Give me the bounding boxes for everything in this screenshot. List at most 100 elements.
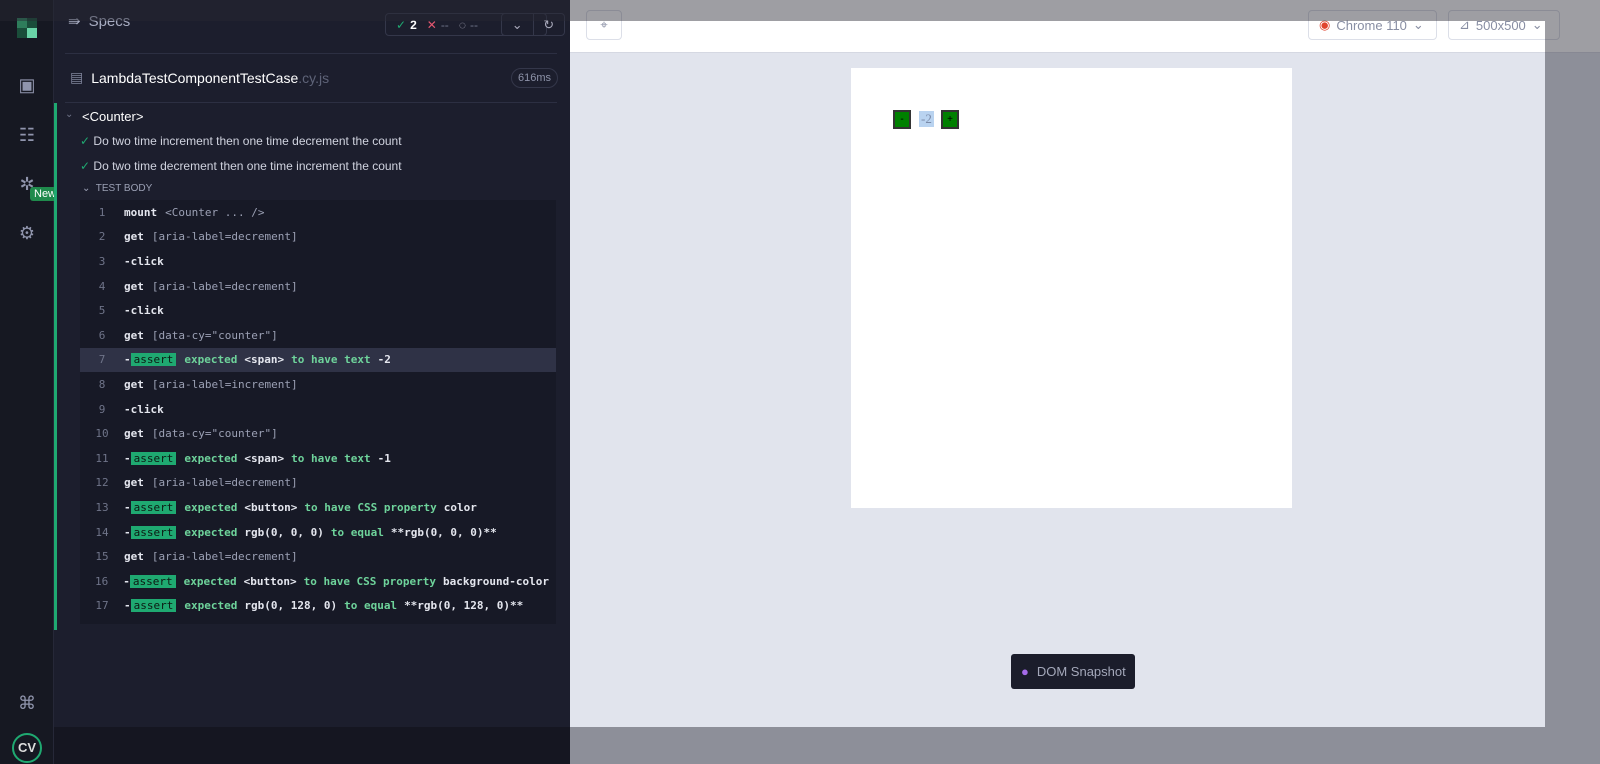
keyboard-shortcuts-icon[interactable]: ⌘ (15, 691, 39, 715)
file-ext: .cy.js (298, 69, 330, 86)
command-row[interactable]: 16- assert expected <button> to have CSS pro… (80, 569, 556, 594)
command-row[interactable]: 15 get [aria-label=decrement] (80, 544, 556, 569)
settings-gear-icon[interactable]: ⚙ (15, 221, 39, 245)
command-selector: [aria-label=decrement] (151, 476, 298, 490)
test-body-toggle[interactable]: ⌄ TEST BODY (82, 183, 152, 194)
command-row[interactable]: 7 - assert expected <span> to have text -2 (80, 347, 556, 373)
line-number: 9 (98, 402, 106, 416)
dash: - (124, 451, 131, 465)
command-name: get (124, 550, 144, 564)
command-row[interactable]: 17 - assert expected rgb(0, 128, 0) to equal *… (80, 594, 556, 619)
line-number: 10 (95, 427, 109, 441)
assert-message-part: <span> (244, 353, 285, 367)
duration-badge: 616ms (511, 68, 559, 88)
command-row[interactable]: 11 - assert expected <span> to have text -1 (80, 446, 556, 471)
assert-message-part: to have CSS property (303, 574, 437, 588)
assert-message-part: expected (183, 574, 237, 588)
command-name: get (124, 328, 144, 342)
command-row[interactable]: 4 get [aria-label=decrement] (80, 274, 556, 299)
command-name: get (124, 279, 144, 293)
command-row[interactable]: 8 get [aria-label=increment] (80, 372, 556, 397)
line-number: 1 (98, 205, 106, 219)
assert-badge: assert (130, 599, 177, 613)
assert-message-part: expected (184, 451, 238, 465)
line-number: 4 (98, 279, 106, 293)
assert-message-part: -2 (377, 353, 391, 367)
check-icon: ✓ (80, 159, 91, 173)
line-number: 6 (98, 328, 106, 342)
command-row[interactable]: 13 - assert expected <button> to have CSS pro… (80, 495, 556, 520)
assert-badge: assert (130, 353, 177, 367)
divider (65, 53, 557, 54)
reporter-panel: ⇛ Specs ✓ 2 ✕ -- ◌ -- ⌄ ↻ ▤ LambdaTestComponen… (54, 0, 570, 764)
assert-message-part: expected (184, 525, 238, 539)
line-number: 8 (98, 377, 106, 391)
command-row[interactable]: 2 get [aria-label=decrement] (80, 225, 556, 250)
assert-message-part: to equal (344, 599, 398, 613)
file-name: LambdaTestComponentTestCase (91, 69, 299, 86)
command-name: -click (124, 254, 164, 268)
specs-browser-icon[interactable]: ▣ (15, 73, 39, 97)
chevron-down-icon: ⌄ (82, 183, 91, 194)
assert-badge: assert (129, 574, 176, 588)
assert-message-part: <button> (243, 574, 297, 588)
test-title: Do two time decrement then one time incr… (93, 159, 402, 173)
command-name: get (124, 427, 144, 441)
overlay (1545, 21, 1600, 764)
assert-badge: assert (130, 500, 177, 514)
dom-snapshot-label: DOM Snapshot (1036, 664, 1126, 679)
line-number: 5 (98, 304, 106, 318)
line-number: 16 (94, 574, 109, 588)
app-preview: ⌖ ◉ Chrome 110 ⌄ ⊿ 500x500 ⌄ - -2 + ● DOM Sna… (570, 0, 1600, 764)
runs-list-icon[interactable]: ☷ (15, 123, 39, 147)
assert-message-part: color (443, 500, 477, 514)
command-row[interactable]: 10 get [data-cy="counter"] (80, 421, 556, 446)
increment-button[interactable]: + (941, 110, 959, 129)
command-row[interactable]: 1 mount <Counter ... /> (80, 200, 556, 225)
line-number: 2 (98, 230, 106, 244)
command-name: -click (124, 402, 164, 416)
cypress-logo (17, 18, 37, 38)
assert-message-part: rgb(0, 0, 0) (244, 525, 324, 539)
command-selector: [data-cy="counter"] (151, 427, 278, 441)
command-selector: [aria-label=decrement] (151, 230, 298, 244)
command-name: get (124, 230, 144, 244)
line-number: 15 (95, 550, 109, 564)
overlay (54, 727, 570, 764)
test-title: Do two time increment then one time decr… (93, 134, 402, 148)
dash: - (124, 500, 131, 514)
line-number: 7 (98, 353, 106, 367)
test-item[interactable]: ✓ Do two time decrement then one time in… (80, 159, 402, 173)
command-row[interactable]: 14 - assert expected rgb(0, 0, 0) to equal **r… (80, 520, 556, 545)
command-row[interactable]: 12 get [aria-label=decrement] (80, 471, 556, 496)
spec-file: ▤ LambdaTestComponentTestCase.cy.js (70, 69, 329, 86)
test-item[interactable]: ✓ Do two time increment then one time de… (80, 134, 402, 148)
command-selector: [data-cy="counter"] (151, 328, 278, 342)
suite-title[interactable]: <Counter> (82, 109, 143, 124)
assert-message-part: **rgb(0, 128, 0)** (404, 599, 524, 613)
decrement-button[interactable]: - (893, 110, 911, 129)
avatar[interactable]: CV (12, 733, 42, 763)
command-selector: [aria-label=increment] (151, 377, 298, 391)
command-row[interactable]: 3 -click (80, 249, 556, 274)
dom-snapshot-button[interactable]: ● DOM Snapshot (1011, 654, 1135, 689)
command-name: mount (124, 205, 158, 219)
command-row[interactable]: 9 -click (80, 397, 556, 422)
side-nav: ▣ ☷ ✲ New ⚙ ⌘ CV (0, 0, 61, 764)
check-icon: ✓ (80, 134, 91, 148)
command-row[interactable]: 5 -click (80, 298, 556, 323)
test-body-label: TEST BODY (95, 183, 153, 194)
assert-message-part: expected (184, 353, 238, 367)
command-log: 1 mount <Counter ... /> 2 get [aria-label=dec… (80, 200, 556, 625)
line-number: 13 (95, 500, 109, 514)
command-row[interactable]: 6 get [data-cy="counter"] (80, 323, 556, 348)
assert-message-part: rgb(0, 128, 0) (244, 599, 338, 613)
assert-message-part: expected (184, 599, 238, 613)
command-name: get (124, 476, 144, 490)
chevron-down-icon[interactable]: ⌄ (65, 109, 73, 120)
command-name: -click (124, 304, 164, 318)
line-number: 3 (98, 254, 106, 268)
assert-message-part: -1 (377, 451, 391, 465)
assert-message-part: <span> (244, 451, 285, 465)
line-number: 14 (95, 525, 109, 539)
